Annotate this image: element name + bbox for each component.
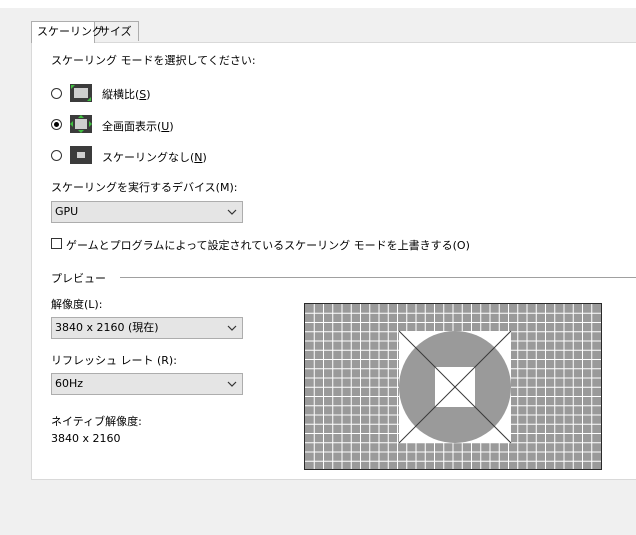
device-select[interactable]: GPU bbox=[51, 201, 243, 223]
radio-fullscreen[interactable] bbox=[51, 119, 62, 130]
native-resolution-value: 3840 x 2160 bbox=[51, 432, 121, 445]
option-fullscreen-label[interactable]: 全画面表示(U) bbox=[102, 118, 174, 134]
tab-size-label: サイズ bbox=[99, 25, 132, 38]
native-resolution-label: ネイティブ解像度: bbox=[51, 415, 142, 428]
chevron-down-icon bbox=[227, 318, 237, 338]
chevron-down-icon bbox=[227, 374, 237, 394]
radio-no-scaling[interactable] bbox=[51, 150, 62, 161]
preview-separator bbox=[120, 277, 636, 278]
refresh-rate-select[interactable]: 60Hz bbox=[51, 373, 243, 395]
option-aspect-ratio-label[interactable]: 縦横比(S) bbox=[102, 86, 151, 102]
aspect-ratio-icon bbox=[70, 84, 92, 102]
device-label: スケーリングを実行するデバイス(M): bbox=[51, 181, 238, 194]
preview-heading: プレビュー bbox=[51, 272, 106, 285]
scaling-mode-prompt: スケーリング モードを選択してください: bbox=[51, 54, 256, 67]
fullscreen-icon bbox=[70, 115, 92, 133]
resolution-select-value: 3840 x 2160 (現在) bbox=[55, 321, 159, 334]
window-top-strip bbox=[0, 0, 636, 8]
override-label[interactable]: ゲームとプログラムによって設定されているスケーリング モードを上書きする(O) bbox=[66, 237, 470, 253]
tab-scaling[interactable]: スケーリング bbox=[31, 21, 103, 43]
radio-aspect-ratio[interactable] bbox=[51, 88, 62, 99]
refresh-rate-select-value: 60Hz bbox=[55, 377, 84, 390]
device-select-value: GPU bbox=[55, 205, 79, 218]
preview-test-pattern bbox=[305, 304, 601, 469]
option-no-scaling-label[interactable]: スケーリングなし(N) bbox=[102, 149, 207, 165]
refresh-rate-label: リフレッシュ レート (R): bbox=[51, 354, 177, 367]
scaling-preview bbox=[304, 303, 602, 470]
resolution-select[interactable]: 3840 x 2160 (現在) bbox=[51, 317, 243, 339]
tab-scaling-label: スケーリング bbox=[37, 25, 103, 38]
chevron-down-icon bbox=[227, 202, 237, 222]
resolution-label: 解像度(L): bbox=[51, 298, 103, 311]
override-checkbox[interactable] bbox=[51, 238, 62, 249]
no-scaling-icon bbox=[70, 146, 92, 164]
